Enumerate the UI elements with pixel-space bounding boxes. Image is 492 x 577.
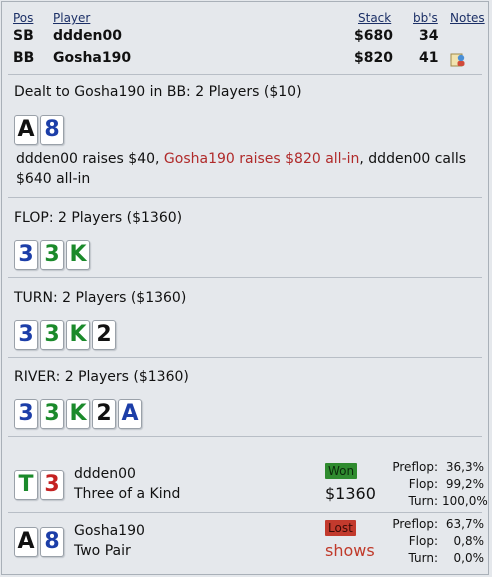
divider bbox=[8, 74, 482, 75]
stat-label: Turn: bbox=[408, 494, 438, 508]
hand-history-panel: Pos Player Stack bb's Notes SB ddden00 $… bbox=[1, 1, 489, 575]
flop-cards: 3 3 K bbox=[14, 240, 90, 270]
result-hand-rank: Two Pair bbox=[74, 543, 131, 559]
divider bbox=[8, 277, 482, 278]
player-bbs: 34 bbox=[419, 28, 439, 44]
col-header-pos[interactable]: Pos bbox=[13, 11, 33, 25]
lost-badge: Lost bbox=[325, 520, 356, 536]
player-position: SB bbox=[13, 28, 34, 44]
flop-title: FLOP: 2 Players ($1360) bbox=[14, 210, 183, 226]
showdown-cards: A 8 bbox=[14, 527, 64, 557]
player-name: ddden00 bbox=[53, 28, 123, 44]
turn-cards: 3 3 K 2 bbox=[14, 320, 116, 350]
river-title: RIVER: 2 Players ($1360) bbox=[14, 369, 189, 385]
playing-card: K bbox=[66, 320, 90, 350]
divider bbox=[8, 512, 482, 513]
shows-label: shows bbox=[325, 541, 375, 560]
result-player-name: Gosha190 bbox=[74, 523, 145, 539]
stat-label: Turn: bbox=[408, 551, 438, 565]
stat-value: 63,7% bbox=[445, 517, 484, 531]
stat-value: 99,2% bbox=[445, 477, 484, 491]
equity-stats: Preflop: 36,3% Flop: 99,2% Turn: 100,0% bbox=[378, 459, 488, 510]
player-position: BB bbox=[13, 50, 35, 66]
preflop-action: ddden00 raises $40, Gosha190 raises $820… bbox=[16, 149, 476, 189]
stat-value: 0,0% bbox=[453, 551, 485, 565]
playing-card: 8 bbox=[40, 527, 64, 557]
player-stack: $820 bbox=[354, 50, 393, 66]
playing-card: 2 bbox=[92, 399, 116, 429]
preflop-title: Dealt to Gosha190 in BB: 2 Players ($10) bbox=[14, 84, 302, 100]
turn-title: TURN: 2 Players ($1360) bbox=[14, 290, 187, 306]
playing-card: 3 bbox=[14, 240, 38, 270]
playing-card: 3 bbox=[40, 399, 64, 429]
playing-card: K bbox=[66, 240, 90, 270]
player-bbs: 41 bbox=[419, 50, 439, 66]
col-header-stack[interactable]: Stack bbox=[358, 11, 391, 25]
playing-card: 3 bbox=[40, 470, 64, 500]
col-header-player[interactable]: Player bbox=[53, 11, 90, 25]
col-header-notes[interactable]: Notes bbox=[450, 11, 485, 25]
playing-card: 2 bbox=[92, 320, 116, 350]
hero-action-text: Gosha190 raises $820 all-in bbox=[163, 151, 360, 167]
playing-card: T bbox=[14, 470, 38, 500]
won-amount: $1360 bbox=[325, 484, 376, 503]
showdown-cards: T 3 bbox=[14, 470, 64, 500]
playing-card: 3 bbox=[14, 399, 38, 429]
won-badge: Won bbox=[325, 463, 358, 479]
stat-label: Flop: bbox=[408, 477, 438, 491]
divider bbox=[8, 357, 482, 358]
divider bbox=[8, 436, 482, 437]
result-player-name: ddden00 bbox=[74, 466, 136, 482]
player-stack: $680 bbox=[354, 28, 393, 44]
col-header-bbs[interactable]: bb's bbox=[413, 11, 438, 25]
stat-value: 100,0% bbox=[442, 494, 488, 508]
playing-card: A bbox=[14, 527, 38, 557]
stat-value: 0,8% bbox=[453, 534, 485, 548]
player-name: Gosha190 bbox=[53, 50, 132, 66]
river-cards: 3 3 K 2 A bbox=[14, 399, 142, 429]
stat-label: Preflop: bbox=[392, 517, 438, 531]
playing-card: 3 bbox=[14, 320, 38, 350]
result-hand-rank: Three of a Kind bbox=[74, 486, 181, 502]
playing-card: A bbox=[14, 115, 38, 145]
playing-card: 3 bbox=[40, 320, 64, 350]
playing-card: 3 bbox=[40, 240, 64, 270]
stat-label: Preflop: bbox=[392, 460, 438, 474]
action-text: ddden00 raises $40, bbox=[16, 151, 164, 167]
stat-value: 36,3% bbox=[445, 460, 484, 474]
divider bbox=[8, 197, 482, 198]
player-note-icon[interactable] bbox=[450, 51, 466, 67]
stat-label: Flop: bbox=[408, 534, 438, 548]
playing-card: 8 bbox=[40, 115, 64, 145]
hole-cards: A 8 bbox=[14, 115, 64, 145]
playing-card: A bbox=[118, 399, 142, 429]
equity-stats: Preflop: 63,7% Flop: 0,8% Turn: 0,0% bbox=[378, 516, 484, 567]
playing-card: K bbox=[66, 399, 90, 429]
